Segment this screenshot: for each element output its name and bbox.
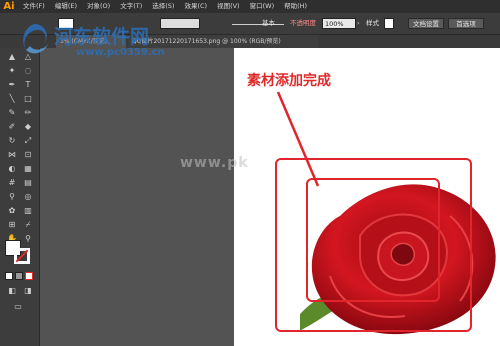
- pen-tool-icon[interactable]: ✒: [6, 80, 18, 90]
- style-swatch[interactable]: [384, 18, 394, 29]
- gradient-mode-icon[interactable]: [15, 272, 23, 280]
- scale-tool-icon[interactable]: ⤢: [22, 136, 34, 146]
- stroke-style-label[interactable]: 基本: [262, 18, 275, 29]
- annotation-label: 素材添加完成: [247, 73, 331, 89]
- chevron-right-icon[interactable]: ›: [357, 18, 365, 29]
- menu-window[interactable]: 窗口(W): [245, 0, 280, 13]
- paintbrush-tool-icon[interactable]: ✎: [6, 108, 18, 118]
- stroke-line-preview: [232, 18, 284, 25]
- draw-mode-icon[interactable]: ◧: [6, 286, 18, 296]
- shape-builder-tool-icon[interactable]: ◐: [6, 164, 18, 174]
- tools-panel: ▲ △ ✦ ◌ ✒ T ╲ □ ✎ ✏ ✐ ◆ ↻ ⤢ ⋈ ⊡ ◐ ▦ # ▤ …: [0, 48, 40, 346]
- free-transform-tool-icon[interactable]: ⊡: [22, 150, 34, 160]
- doc-setup-button[interactable]: 文档设置: [408, 18, 444, 29]
- highlight-box-inner: [306, 178, 440, 302]
- perspective-grid-tool-icon[interactable]: ▦: [22, 164, 34, 174]
- menu-bar: Ai 文件(F) 编辑(E) 对象(O) 文字(T) 选择(S) 效果(C) 视…: [0, 0, 500, 13]
- type-tool-icon[interactable]: T: [22, 80, 34, 90]
- magic-wand-tool-icon[interactable]: ✦: [6, 66, 18, 76]
- rectangle-tool-icon[interactable]: □: [22, 94, 34, 104]
- menu-help[interactable]: 帮助(H): [279, 0, 312, 13]
- menu-type[interactable]: 文字(T): [115, 0, 147, 13]
- blend-tool-icon[interactable]: ◎: [22, 192, 34, 202]
- artboard-tool-icon[interactable]: ⊞: [6, 220, 18, 230]
- line-tool-icon[interactable]: ╲: [6, 94, 18, 104]
- pencil-tool-icon[interactable]: ✏: [22, 108, 34, 118]
- eraser-tool-icon[interactable]: ◆: [22, 122, 34, 132]
- slice-tool-icon[interactable]: ⌿: [22, 220, 34, 230]
- color-mode-icon[interactable]: [5, 272, 13, 280]
- menu-select[interactable]: 选择(S): [147, 0, 179, 13]
- app-logo: Ai: [3, 1, 15, 12]
- column-graph-tool-icon[interactable]: ▥: [22, 206, 34, 216]
- watermark-url: www.pc0359.cn: [76, 47, 165, 58]
- menu-file[interactable]: 文件(F): [18, 0, 50, 13]
- screen-mode-icon[interactable]: ▭: [12, 302, 24, 312]
- opacity-field[interactable]: 100%: [322, 18, 356, 29]
- blob-brush-tool-icon[interactable]: ✐: [6, 122, 18, 132]
- preferences-button[interactable]: 首选项: [448, 18, 484, 29]
- opacity-label: 不透明度: [290, 19, 316, 27]
- menu-view[interactable]: 视图(V): [212, 0, 245, 13]
- rotate-tool-icon[interactable]: ↻: [6, 136, 18, 146]
- zoom-tool-icon[interactable]: ⚲: [22, 234, 34, 244]
- center-watermark: www.pk: [180, 155, 249, 171]
- menu-object[interactable]: 对象(O): [82, 0, 115, 13]
- lasso-tool-icon[interactable]: ◌: [22, 66, 34, 76]
- width-tool-icon[interactable]: ⋈: [6, 150, 18, 160]
- watermark-title: 河东软件网: [54, 26, 150, 48]
- style-label: 样式: [366, 19, 379, 27]
- watermark-logo: 河东软件网 www.pc0359.cn: [16, 20, 216, 60]
- draw-behind-icon[interactable]: ◨: [22, 286, 34, 296]
- gradient-tool-icon[interactable]: ▤: [22, 178, 34, 188]
- eyedropper-tool-icon[interactable]: ⚲: [6, 192, 18, 202]
- watermark-swirl-icon: [23, 24, 48, 54]
- menu-edit[interactable]: 编辑(E): [50, 0, 82, 13]
- menu-effect[interactable]: 效果(C): [179, 0, 212, 13]
- symbol-sprayer-tool-icon[interactable]: ✿: [6, 206, 18, 216]
- mesh-tool-icon[interactable]: #: [6, 178, 18, 188]
- none-mode-icon[interactable]: [25, 272, 33, 280]
- main-menu: 文件(F) 编辑(E) 对象(O) 文字(T) 选择(S) 效果(C) 视图(V…: [18, 0, 312, 13]
